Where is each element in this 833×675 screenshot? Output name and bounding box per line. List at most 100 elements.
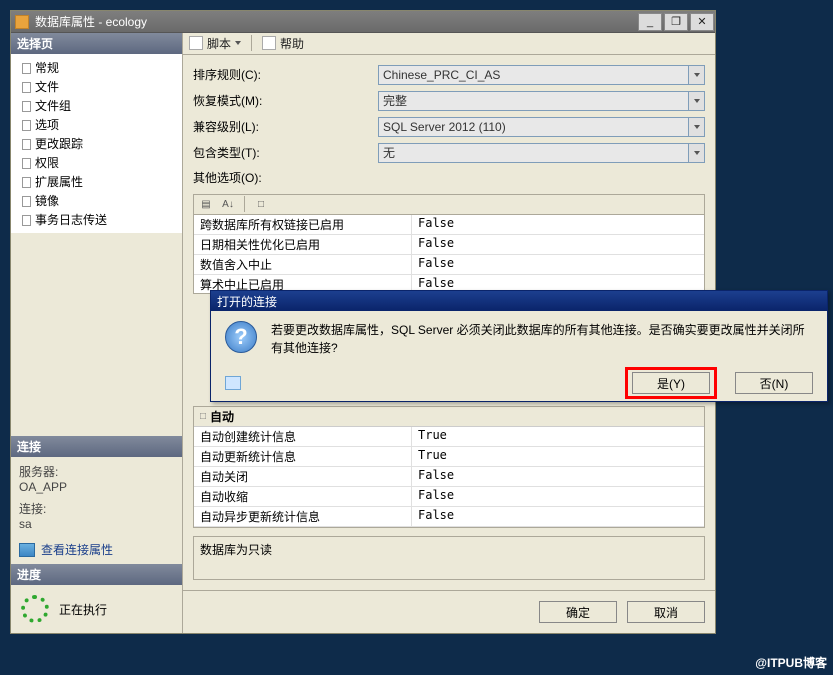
view-connection-props[interactable]: 查看连接属性 [19,541,174,558]
script-button[interactable]: 脚本 [189,35,241,52]
prop-key: 跨数据库所有权链接已启用 [194,215,412,234]
confirm-dialog: 打开的连接 ? 若要更改数据库属性，SQL Server 必须关闭此数据库的所有… [210,290,828,402]
property-grid-bottom[interactable]: 自动 自动创建统计信息True 自动更新统计信息True 自动关闭False 自… [193,406,705,528]
dialog-title[interactable]: 打开的连接 [211,291,827,311]
titlebar[interactable]: 数据库属性 - ecology _ ❐ ✕ [11,11,715,33]
dropdown-button[interactable] [688,144,704,162]
page-icon [19,176,31,188]
page-icon [19,214,31,226]
minimize-button[interactable]: _ [638,13,662,31]
recovery-combo[interactable]: 完整 [378,91,705,111]
toolbar: 脚本 帮助 [183,33,715,55]
copy-icon[interactable] [225,376,241,390]
server-label: 服务器: [19,463,174,480]
close-button[interactable]: ✕ [690,13,714,31]
help-icon [262,36,276,50]
grid-row: 自动更新统计信息True [194,447,704,467]
nav-options[interactable]: 选项 [15,115,178,134]
containment-label: 包含类型(T): [193,144,378,161]
nav-label: 扩展属性 [35,173,83,190]
grid-row: 跨数据库所有权链接已启用False [194,215,704,235]
nav-label: 权限 [35,154,59,171]
containment-combo[interactable]: 无 [378,143,705,163]
prop-val[interactable]: False [412,235,704,254]
progress-text: 正在执行 [59,601,107,618]
question-icon: ? [225,321,257,353]
progress-header: 进度 [11,564,182,585]
nav-list: 常规 文件 文件组 选项 更改跟踪 权限 扩展属性 镜像 事务日志传送 [11,54,182,233]
nav-logshipping[interactable]: 事务日志传送 [15,210,178,229]
nav-label: 镜像 [35,192,59,209]
prop-val[interactable]: False [412,467,704,486]
grid-toolbar: ▤ A↓ □ [193,194,705,214]
nav-general[interactable]: 常规 [15,58,178,77]
cancel-button[interactable]: 取消 [627,601,705,623]
page-icon [19,138,31,150]
recovery-value: 完整 [383,92,407,109]
connection-props-icon [19,543,35,557]
nav-files[interactable]: 文件 [15,77,178,96]
description-box: 数据库为只读 [193,536,705,580]
watermark: @ITPUB博客 [755,654,827,671]
no-button[interactable]: 否(N) [735,372,813,394]
page-icon [19,157,31,169]
property-grid-top[interactable]: 跨数据库所有权链接已启用False 日期相关性优化已启用False 数值舍入中止… [193,214,705,294]
compat-combo[interactable]: SQL Server 2012 (110) [378,117,705,137]
restore-button[interactable]: ❐ [664,13,688,31]
prop-val[interactable]: False [412,487,704,506]
description-title: 数据库为只读 [200,543,272,557]
nav-label: 更改跟踪 [35,135,83,152]
conn-label: 连接: [19,500,174,517]
grid-alphabetical-icon[interactable]: A↓ [220,196,236,212]
prop-val[interactable]: True [412,427,704,446]
prop-val[interactable]: False [412,255,704,274]
nav-label: 常规 [35,59,59,76]
highlight-box: 是(Y) [625,367,717,399]
collation-combo[interactable]: Chinese_PRC_CI_AS [378,65,705,85]
options-form: 排序规则(C): Chinese_PRC_CI_AS 恢复模式(M): 完整 兼… [183,55,715,194]
grid-row: 自动创建统计信息True [194,427,704,447]
prop-key: 自动更新统计信息 [194,447,412,466]
server-value: OA_APP [19,480,174,494]
nav-label: 文件 [35,78,59,95]
nav-filegroups[interactable]: 文件组 [15,96,178,115]
yes-button[interactable]: 是(Y) [632,372,710,394]
select-page-header: 选择页 [11,33,182,54]
page-icon [19,195,31,207]
page-icon [19,62,31,74]
separator [251,35,252,51]
connection-panel: 服务器: OA_APP 连接: sa 查看连接属性 [11,457,182,564]
grid-categorized-icon[interactable]: ▤ [198,196,214,212]
prop-key: 自动异步更新统计信息 [194,507,412,526]
grid-row: 自动关闭False [194,467,704,487]
ok-button[interactable]: 确定 [539,601,617,623]
script-label: 脚本 [207,35,231,52]
dropdown-button[interactable] [688,118,704,136]
button-bar: 确定 取消 [183,590,715,633]
grid-category[interactable]: 自动 [194,407,704,427]
nav-extendedprops[interactable]: 扩展属性 [15,172,178,191]
grid-row: 日期相关性优化已启用False [194,235,704,255]
page-icon [19,100,31,112]
dropdown-button[interactable] [688,66,704,84]
compat-label: 兼容级别(L): [193,118,378,135]
separator [244,196,245,212]
nav-permissions[interactable]: 权限 [15,153,178,172]
nav-mirroring[interactable]: 镜像 [15,191,178,210]
other-options-label: 其他选项(O): [193,169,378,186]
grid-props-icon[interactable]: □ [253,196,269,212]
nav-changetracking[interactable]: 更改跟踪 [15,134,178,153]
nav-label: 选项 [35,116,59,133]
prop-val[interactable]: False [412,507,704,526]
database-icon [15,15,29,29]
nav-label: 事务日志传送 [35,211,107,228]
window-title: 数据库属性 - ecology [35,13,637,30]
prop-key: 自动创建统计信息 [194,427,412,446]
prop-key: 自动关闭 [194,467,412,486]
prop-val[interactable]: False [412,215,704,234]
prop-val[interactable]: True [412,447,704,466]
grid-row: 自动收缩False [194,487,704,507]
dropdown-button[interactable] [688,92,704,110]
page-icon [19,119,31,131]
help-button[interactable]: 帮助 [262,35,304,52]
